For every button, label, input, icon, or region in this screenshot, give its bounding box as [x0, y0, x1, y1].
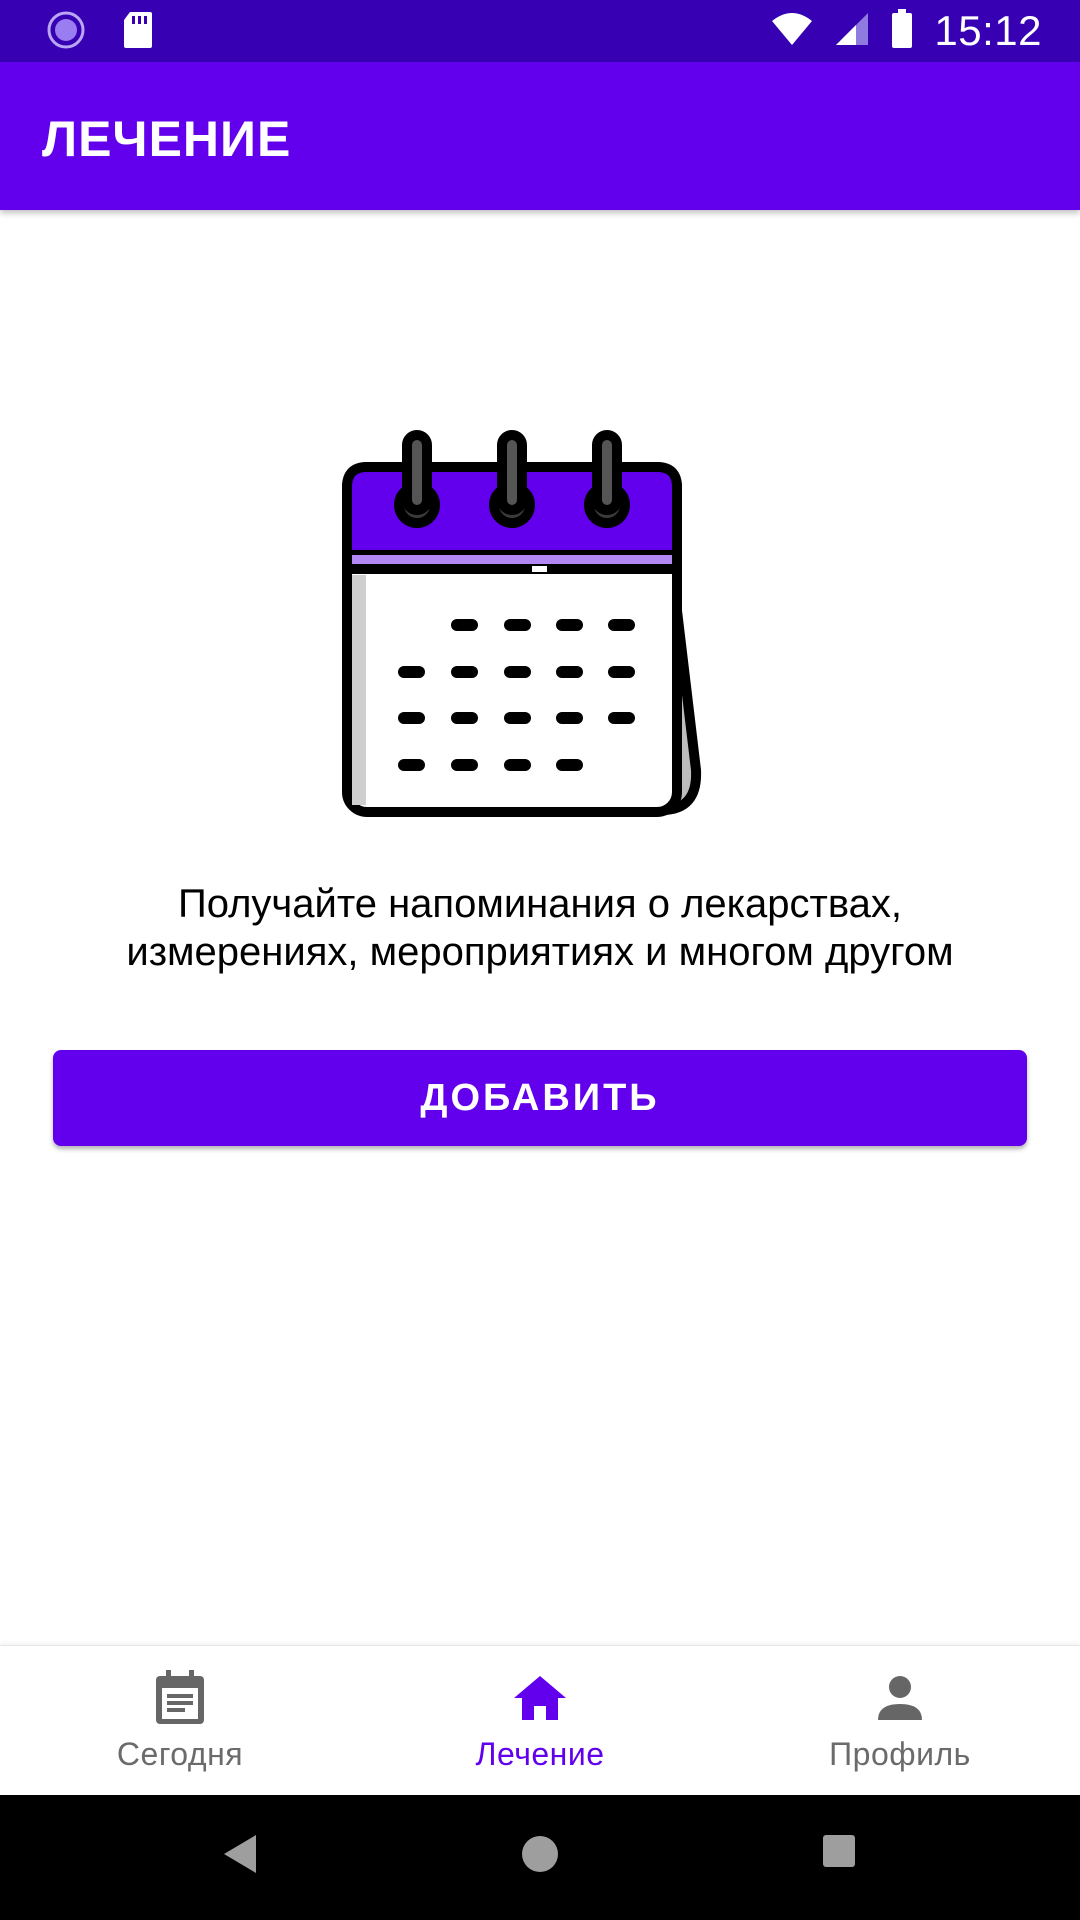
system-navigation-bar — [0, 1795, 1080, 1920]
nav-label-today: Сегодня — [116, 1736, 244, 1772]
calendar-illustration-icon — [332, 425, 752, 825]
empty-state-message: Получайте напоминания о лекарствах, изме… — [40, 880, 1040, 976]
cell-signal-icon — [834, 11, 870, 52]
home-circle-icon[interactable] — [519, 1833, 561, 1880]
home-icon — [512, 1668, 568, 1728]
nav-item-today[interactable]: Сегодня — [0, 1646, 360, 1795]
page-title: ЛЕЧЕНИЕ — [42, 111, 292, 167]
status-time: 15:12 — [934, 7, 1042, 54]
calendar-today-icon — [154, 1668, 206, 1728]
empty-state-line-2: измерениях, мероприятиях и многом другом — [126, 930, 954, 974]
add-button[interactable]: ДОБАВИТЬ — [53, 1050, 1027, 1146]
wifi-icon — [770, 11, 814, 52]
person-icon — [876, 1668, 924, 1728]
empty-state-line-1: Получайте напоминания о лекарствах, — [177, 882, 903, 926]
loading-circle-icon — [46, 10, 86, 55]
recents-icon[interactable] — [821, 1833, 857, 1874]
nav-item-treatment[interactable]: Лечение — [360, 1646, 720, 1795]
app-bar: ЛЕЧЕНИЕ — [0, 62, 1080, 210]
status-bar: 15:12 — [0, 0, 1080, 62]
bottom-navigation: Сегодня Лечение Профиль — [0, 1645, 1080, 1795]
nav-item-profile[interactable]: Профиль — [720, 1646, 1080, 1795]
back-icon[interactable] — [222, 1833, 258, 1880]
battery-icon — [890, 8, 914, 54]
nav-label-treatment: Лечение — [475, 1736, 605, 1772]
sd-card-icon — [122, 10, 154, 55]
nav-label-profile: Профиль — [829, 1736, 971, 1772]
